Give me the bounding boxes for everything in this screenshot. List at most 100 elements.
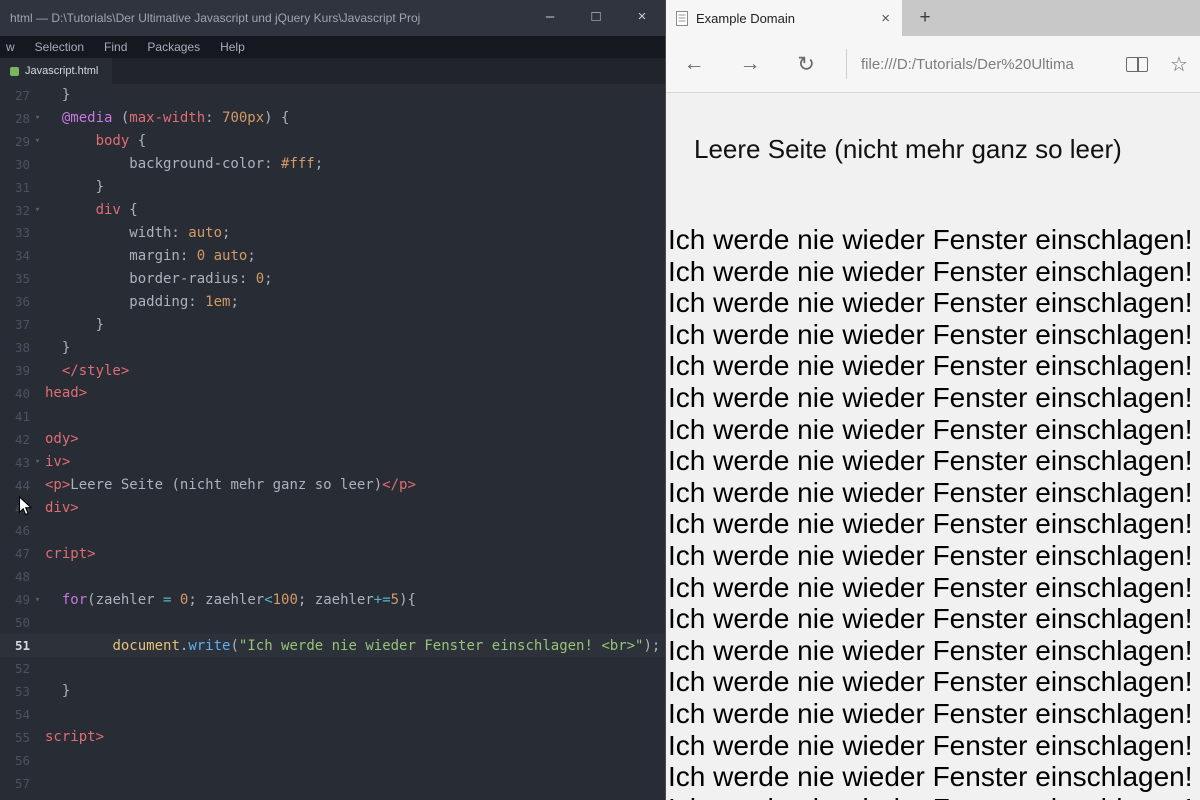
code-line[interactable]: 55 script>: [0, 726, 665, 749]
code-line[interactable]: 31 }: [0, 176, 665, 199]
page-text-line: Ich werde nie wieder Fenster einschlagen…: [668, 634, 1193, 666]
line-number: 46: [14, 523, 30, 539]
gutter: 28 ▾: [0, 111, 45, 126]
menu-item-view[interactable]: w: [6, 40, 15, 54]
maximize-icon[interactable]: □: [573, 0, 619, 36]
code-text: @media (max-width: 700px) {: [61, 110, 290, 127]
code-line[interactable]: 52: [0, 657, 665, 680]
page-text-line: Ich werde nie wieder Fenster einschlagen…: [668, 603, 1193, 635]
code-line[interactable]: 38 }: [0, 336, 665, 359]
minimize-icon[interactable]: –: [527, 0, 573, 36]
gutter: 29 ▾: [0, 134, 45, 149]
line-number: 29: [14, 133, 30, 149]
gutter: 52: [0, 661, 45, 676]
code-line[interactable]: 51 document.write("Ich werde nie wieder …: [0, 634, 665, 658]
code-text: div>: [45, 500, 79, 517]
page-text-line: Ich werde nie wieder Fenster einschlagen…: [668, 445, 1193, 477]
browser-tab-example-domain[interactable]: Example Domain ×: [666, 0, 902, 36]
code-text: }: [45, 683, 71, 700]
refresh-icon[interactable]: ↻: [778, 52, 834, 77]
code-line[interactable]: 47 cript>: [0, 542, 665, 565]
code-line[interactable]: 46: [0, 520, 665, 543]
code-line[interactable]: 30 background-color: #fff;: [0, 153, 665, 176]
code-line[interactable]: 44 <p>Leere Seite (nicht mehr ganz so lee…: [0, 474, 665, 497]
web-page: Leere Seite (nicht mehr ganz so leer) Ic…: [666, 94, 1200, 800]
line-number: 39: [14, 363, 30, 379]
menu-item-help[interactable]: Help: [220, 40, 245, 54]
reading-view-icon[interactable]: [1126, 56, 1148, 72]
back-icon[interactable]: ←: [666, 52, 722, 76]
code-line[interactable]: 50: [0, 611, 665, 634]
line-number: 51: [14, 638, 30, 654]
code-line[interactable]: 36 padding: 1em;: [0, 290, 665, 313]
editor-tab-label: Javascript.html: [25, 65, 99, 77]
browser-tabstrip: Example Domain × +: [666, 0, 1200, 36]
page-text-line: Ich werde nie wieder Fenster einschlagen…: [668, 508, 1193, 540]
code-text: border-radius: 0;: [45, 270, 273, 287]
fold-arrow-icon[interactable]: ▾: [30, 205, 45, 215]
code-line[interactable]: 39 </style>: [0, 359, 665, 382]
forward-icon[interactable]: →: [722, 52, 778, 76]
tab-close-icon[interactable]: ×: [879, 10, 892, 27]
code-text: }: [45, 339, 71, 356]
code-line[interactable]: 32 ▾ div {: [0, 199, 665, 222]
code-line[interactable]: 33 width: auto;: [0, 222, 665, 245]
line-number: 37: [14, 317, 30, 333]
address-bar[interactable]: file:///D:/Tutorials/Der%20Ultima: [847, 56, 1116, 73]
code-line[interactable]: 45div>: [0, 497, 665, 520]
gutter: 44: [0, 478, 45, 493]
code-line[interactable]: 54: [0, 703, 665, 726]
fold-arrow-icon[interactable]: ▾: [30, 113, 45, 123]
code-line[interactable]: 48: [0, 565, 665, 588]
gutter: 55: [0, 730, 45, 745]
menu-item-packages[interactable]: Packages: [147, 40, 200, 54]
gutter: 40: [0, 386, 45, 401]
code-line[interactable]: 57: [0, 772, 665, 795]
line-number: 49: [14, 592, 30, 608]
page-text-line: Ich werde nie wieder Fenster einschlagen…: [668, 761, 1193, 793]
code-line[interactable]: 41: [0, 405, 665, 428]
code-text: margin: 0 auto;: [45, 247, 256, 264]
page-text-line: Ich werde nie wieder Fenster einschlagen…: [668, 381, 1193, 413]
close-icon[interactable]: ×: [619, 0, 665, 36]
gutter: 33: [0, 225, 45, 240]
gutter: 51: [0, 638, 45, 653]
fold-arrow-icon[interactable]: ▾: [30, 595, 45, 605]
screen: html — D:\Tutorials\Der Ultimative Javas…: [0, 0, 1200, 800]
fold-arrow-icon[interactable]: ▾: [30, 136, 45, 146]
code-line[interactable]: 53 }: [0, 680, 665, 703]
code-text: script>: [45, 729, 105, 746]
menu-item-selection[interactable]: Selection: [35, 40, 84, 54]
line-number: 42: [14, 431, 30, 447]
menu-item-find[interactable]: Find: [104, 40, 127, 54]
code-line[interactable]: 42 ody>: [0, 428, 665, 451]
code-line[interactable]: 28 ▾ @media (max-width: 700px) {: [0, 107, 665, 130]
page-body: Ich werde nie wieder Fenster einschlagen…: [668, 224, 1200, 800]
favorites-icon[interactable]: ☆: [1158, 52, 1200, 77]
code-line[interactable]: 29 ▾ body {: [0, 130, 665, 153]
code-line[interactable]: 56: [0, 749, 665, 772]
code-line[interactable]: 49 ▾ for(zaehler = 0; zaehler<100; zaehle…: [0, 588, 665, 611]
code-line[interactable]: 37 }: [0, 313, 665, 336]
line-number: 36: [14, 294, 30, 310]
code-area[interactable]: 27 } 28 ▾ @media (max-width: 700px) {29 ▾ b…: [0, 84, 665, 800]
line-number: 35: [14, 271, 30, 287]
code-text: }: [45, 179, 105, 196]
code-line[interactable]: 34 margin: 0 auto;: [0, 244, 665, 267]
code-text: cript>: [45, 545, 96, 562]
page-text-line: Ich werde nie wieder Fenster einschlagen…: [668, 793, 1200, 800]
html-file-icon: [10, 66, 19, 76]
line-number: 54: [14, 706, 30, 722]
code-line[interactable]: 35 border-radius: 0;: [0, 267, 665, 290]
line-number: 47: [14, 546, 30, 562]
page-text-line: Ich werde nie wieder Fenster einschlagen…: [668, 571, 1193, 603]
line-number: 44: [14, 477, 30, 493]
gutter: 36: [0, 294, 45, 309]
code-line[interactable]: 27 }: [0, 84, 665, 107]
new-tab-icon[interactable]: +: [902, 0, 948, 36]
code-line[interactable]: 40 head>: [0, 382, 665, 405]
fold-arrow-icon[interactable]: ▾: [30, 457, 45, 467]
editor-titlebar[interactable]: html — D:\Tutorials\Der Ultimative Javas…: [0, 0, 665, 36]
code-line[interactable]: 43 ▾ iv>: [0, 451, 665, 474]
editor-tab-javascript-html[interactable]: Javascript.html: [0, 58, 113, 84]
